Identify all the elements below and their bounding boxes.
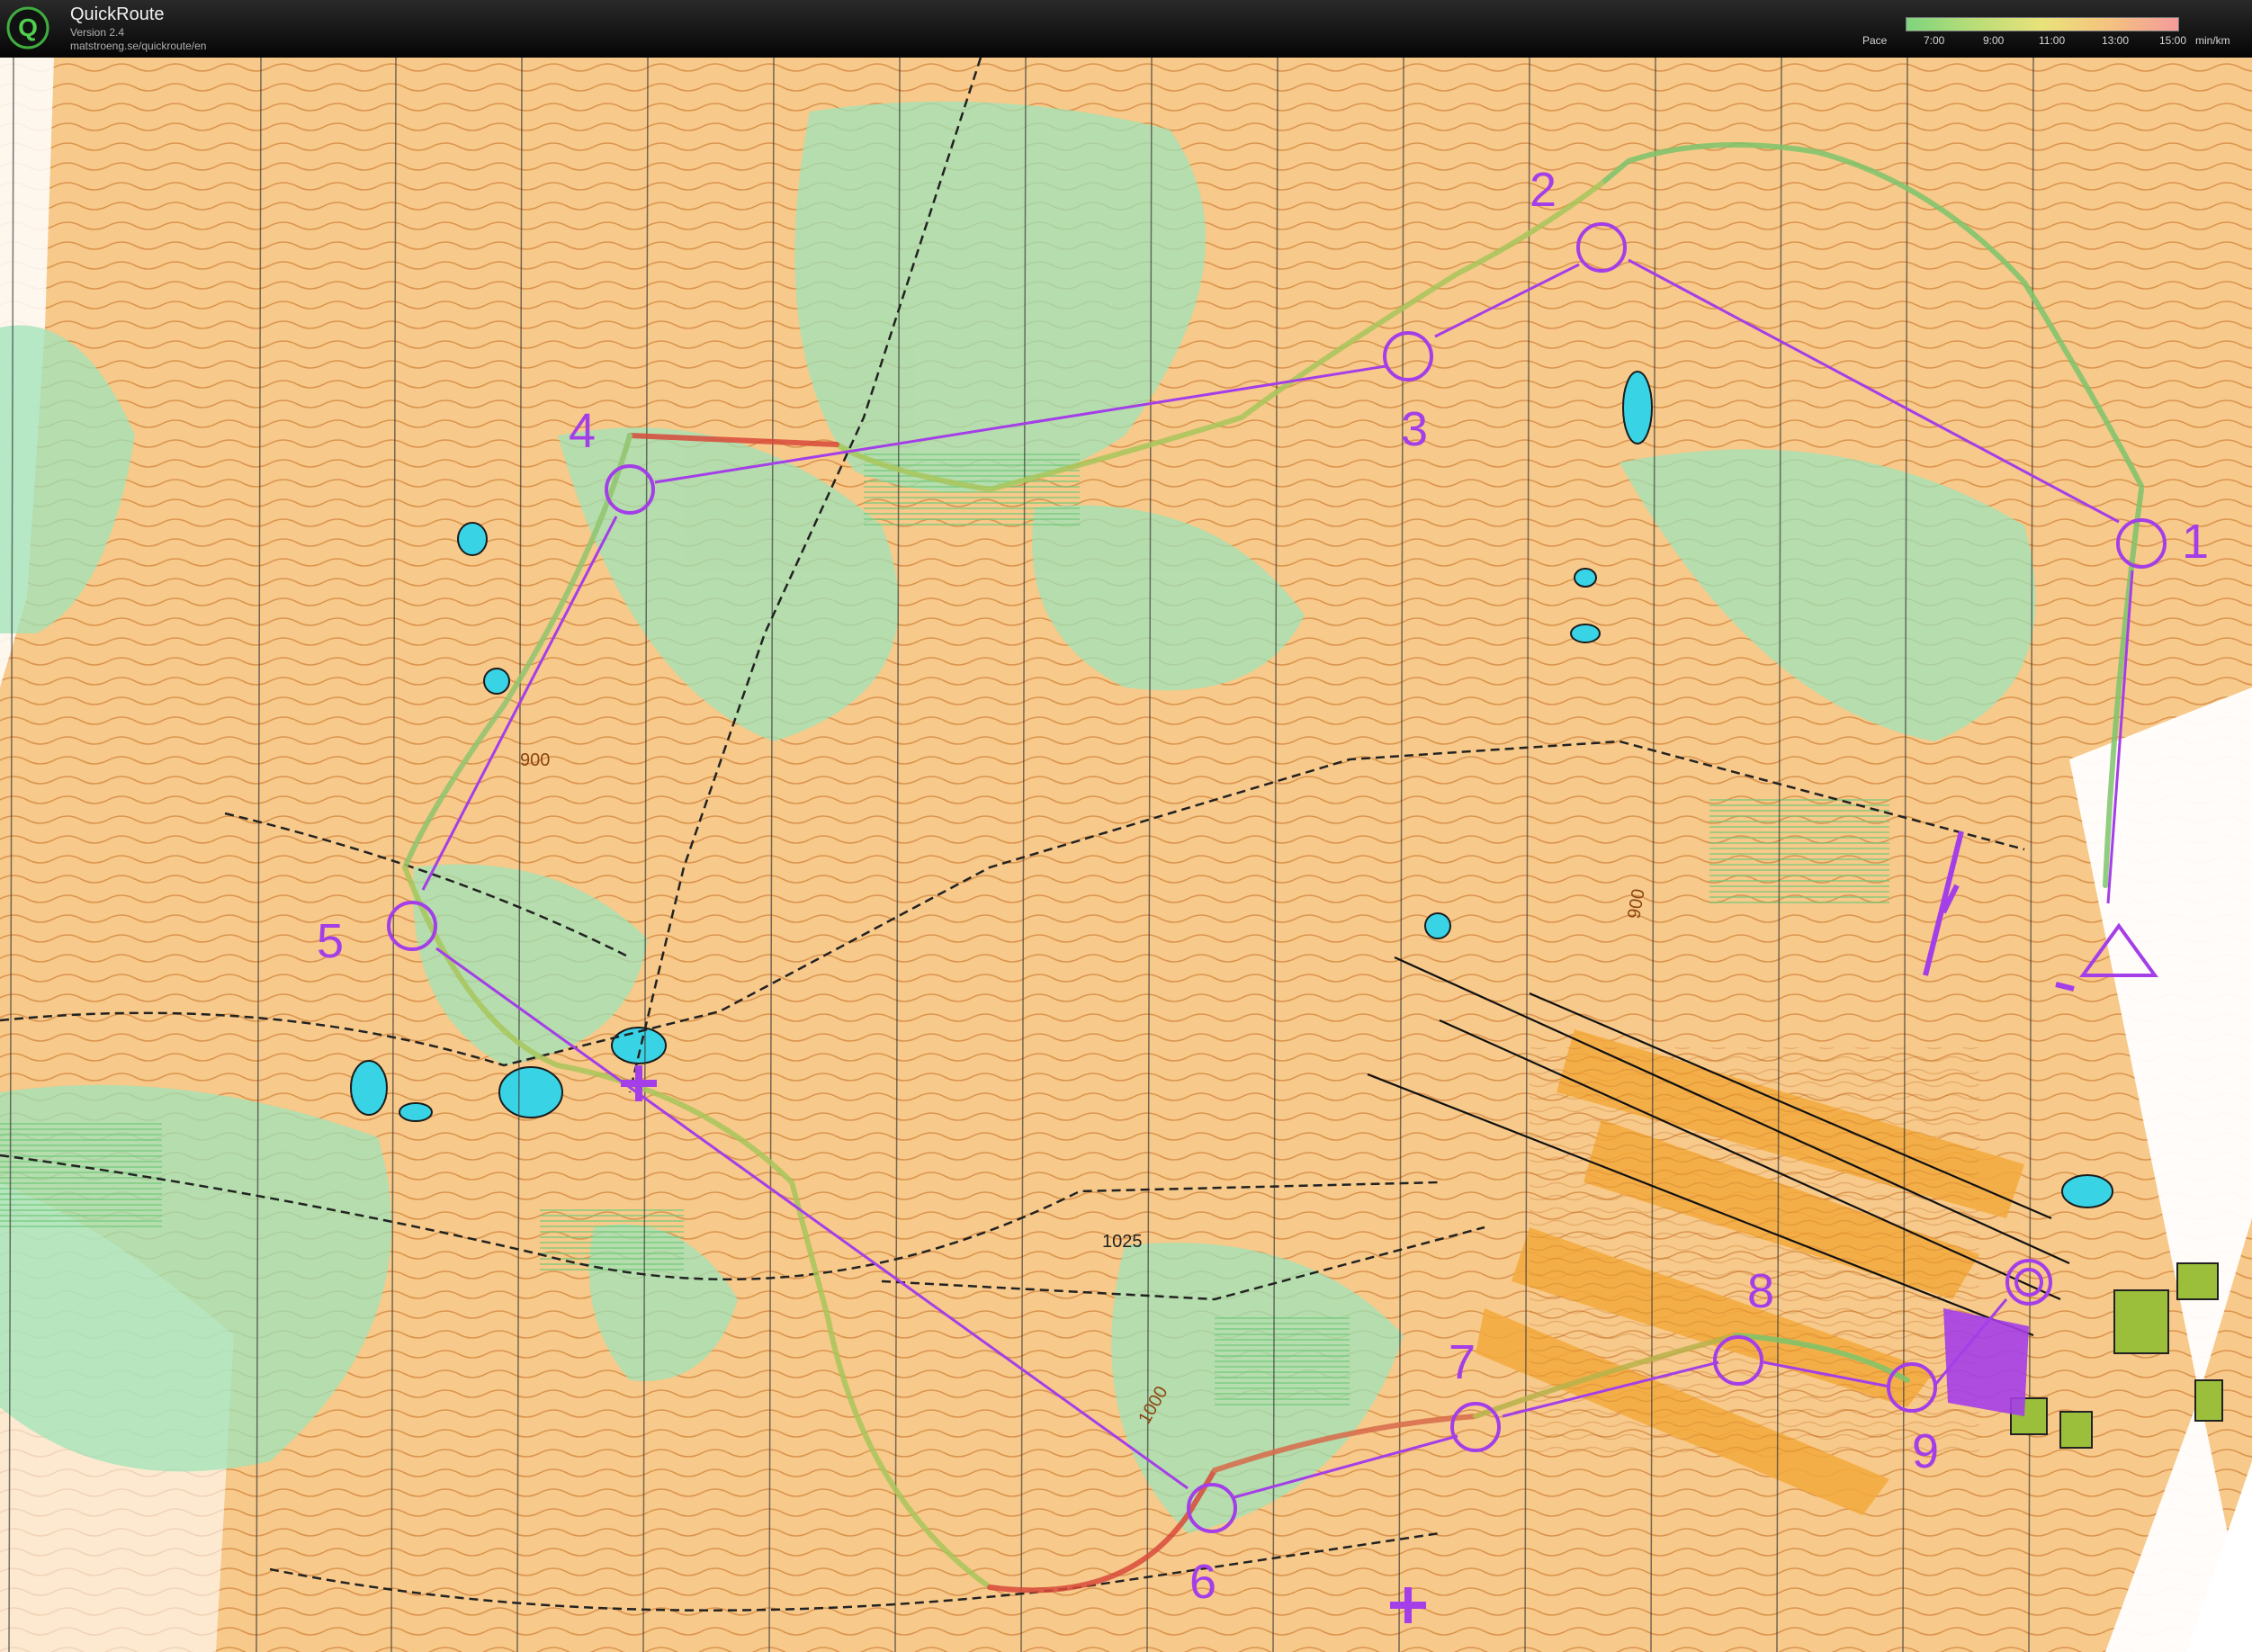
contour-label: 900 xyxy=(520,750,550,770)
control-number-7: 7 xyxy=(1449,1335,1476,1389)
app-version: Version 2.4 xyxy=(70,26,125,39)
svg-text:Q: Q xyxy=(18,13,38,41)
control-number-8: 8 xyxy=(1747,1264,1774,1318)
quickroute-window: Q QuickRoute Version 2.4 matstroeng.se/q… xyxy=(0,0,2252,1652)
finish-area xyxy=(1943,1308,2029,1416)
control-number-9: 9 xyxy=(1912,1424,1939,1478)
pace-color-scale xyxy=(1906,17,2179,31)
contour-label: 1025 xyxy=(1102,1232,1143,1252)
app-title: QuickRoute xyxy=(70,4,165,24)
pace-tick: 11:00 xyxy=(2039,34,2066,47)
control-number-1: 1 xyxy=(2182,515,2209,569)
app-url: matstroeng.se/quickroute/en xyxy=(70,40,207,52)
pace-legend-label: Pace xyxy=(1862,34,1888,47)
control-number-3: 3 xyxy=(1401,402,1428,456)
orienteering-map[interactable]: 1 2 3 4 5 6 7 8 9 900 900 1000 1025 xyxy=(0,58,2252,1652)
control-number-2: 2 xyxy=(1530,163,1557,217)
control-number-5: 5 xyxy=(317,914,344,968)
quickroute-logo-icon: Q xyxy=(6,6,49,49)
pace-tick: 13:00 xyxy=(2102,34,2130,47)
pace-unit: min/km xyxy=(2195,34,2230,47)
title-bar: Q QuickRoute Version 2.4 matstroeng.se/q… xyxy=(0,0,2252,58)
control-number-4: 4 xyxy=(569,404,596,458)
control-number-6: 6 xyxy=(1189,1555,1216,1609)
pace-tick: 15:00 xyxy=(2159,34,2187,47)
pace-tick: 9:00 xyxy=(1983,34,2005,47)
pace-tick: 7:00 xyxy=(1924,34,1945,47)
